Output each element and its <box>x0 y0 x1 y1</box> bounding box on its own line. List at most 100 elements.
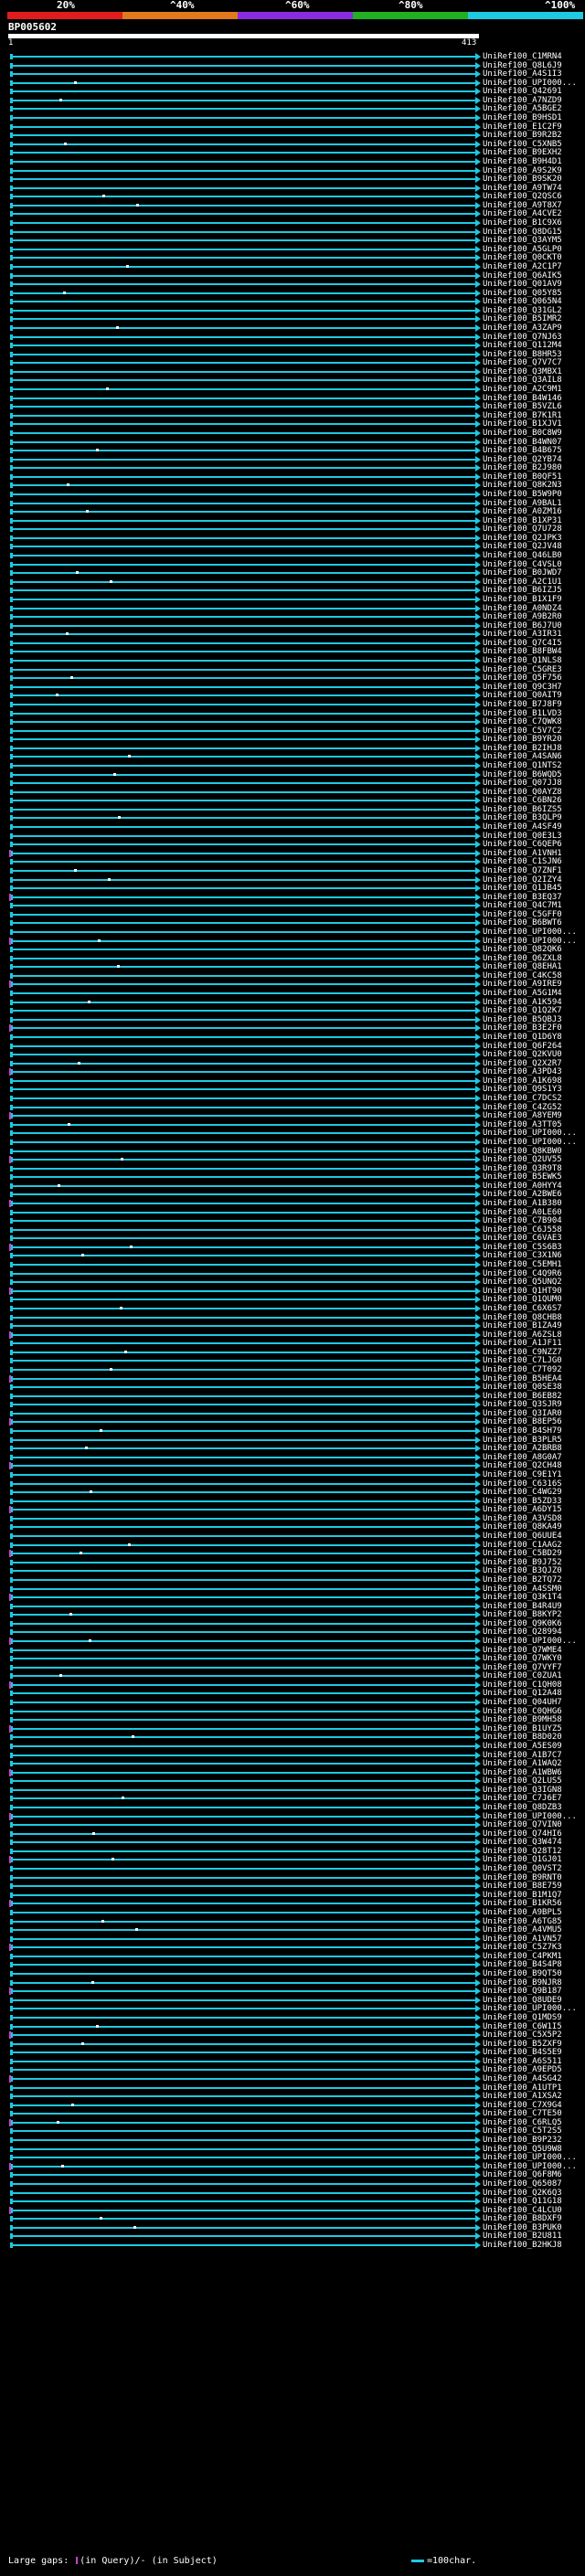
hit-alignment-bar <box>13 913 477 916</box>
hit-alignment-bar <box>13 2113 477 2115</box>
hit-alignment-bar <box>13 677 477 680</box>
hit-alignment-bar <box>13 196 477 198</box>
gap-marker-icon <box>76 2557 79 2564</box>
query-end-position: 413 <box>462 38 477 48</box>
hit-alignment-bar <box>13 1132 477 1135</box>
hit-alignment-bar <box>13 2226 477 2229</box>
hit-alignment-bar <box>13 292 477 294</box>
hit-alignment-bar <box>13 992 477 995</box>
hit-alignment-bar <box>13 353 477 355</box>
hit-alignment-bar <box>13 283 477 286</box>
gap-dot <box>67 483 69 487</box>
gap-dot <box>112 1858 114 1861</box>
hit-alignment-bar <box>13 143 477 145</box>
hit-alignment-bar <box>13 1929 477 1932</box>
gap-dot <box>110 1368 112 1371</box>
hit-alignment-bar <box>13 1509 477 1511</box>
hit-alignment-bar <box>13 852 477 854</box>
hit-alignment-bar <box>13 1868 477 1871</box>
hit-alignment-bar <box>13 616 477 619</box>
hit-alignment-bar <box>13 1648 477 1651</box>
scale-label-100: ^100% <box>545 0 576 11</box>
hit-alignment-bar <box>13 2086 477 2089</box>
gap-dot <box>85 1447 88 1450</box>
gap-dot <box>124 1350 127 1353</box>
gap-dot <box>57 2120 59 2124</box>
gap-dot <box>69 1613 72 1617</box>
hit-alignment-bar <box>13 1596 477 1599</box>
hit-alignment-bar <box>13 1342 477 1345</box>
hit-alignment-bar <box>13 546 477 548</box>
hit-alignment-bar <box>13 1044 477 1047</box>
hit-alignment-bar <box>13 450 477 452</box>
hit-alignment-bar <box>13 362 477 365</box>
hit-alignment-bar <box>13 186 477 189</box>
hit-arrow-icon <box>475 2242 481 2249</box>
hit-alignment-bar <box>13 817 477 820</box>
hit-alignment-bar <box>13 773 477 776</box>
hit-alignment-bar <box>13 1859 477 1861</box>
hit-alignment-bar <box>13 2104 477 2106</box>
hit-row[interactable]: UniRef100_B2HKJ8 <box>0 2240 585 2251</box>
gap-dot <box>74 80 77 84</box>
hit-alignment-bar <box>13 1351 477 1353</box>
hit-alignment-bar <box>13 1526 477 1529</box>
hit-alignment-bar <box>13 1264 477 1267</box>
hit-alignment-bar <box>13 949 477 951</box>
hit-alignment-bar <box>13 1535 477 1538</box>
bar-swatch-icon <box>411 2559 424 2562</box>
hit-alignment-bar <box>13 423 477 426</box>
legend-sep: /- <box>134 2556 146 2566</box>
hit-label-link[interactable]: UniRef100_B2HKJ8 <box>483 2240 562 2251</box>
hit-alignment-bar <box>13 152 477 154</box>
hit-alignment-bar <box>13 1473 477 1476</box>
legend-query: (in Query) <box>80 2556 135 2566</box>
hit-alignment-bar <box>13 1228 477 1231</box>
hit-alignment-bar <box>13 712 477 715</box>
hit-alignment-bar <box>13 1079 477 1082</box>
scale-color-segment <box>122 12 238 19</box>
hit-alignment-bar <box>13 1876 477 1879</box>
hit-alignment-bar <box>13 2209 477 2211</box>
hit-alignment-bar <box>13 204 477 207</box>
hit-alignment-bar <box>13 1903 477 1905</box>
hit-alignment-bar <box>13 1937 477 1940</box>
gap-dot <box>132 1735 134 1739</box>
hit-alignment-bar <box>13 1543 477 1546</box>
hit-alignment-bar <box>13 431 477 434</box>
hit-alignment-bar <box>13 834 477 837</box>
hit-alignment-bar <box>13 467 477 470</box>
hit-alignment-bar <box>13 213 477 216</box>
hit-alignment-bar <box>13 2008 477 2010</box>
hit-alignment-bar <box>13 1683 477 1686</box>
hit-alignment-bar <box>13 738 477 741</box>
gap-legend: Large gaps: (in Query)/- (in Subject) <box>8 2556 218 2566</box>
hit-alignment-bar <box>13 1719 477 1722</box>
hit-alignment-bar <box>13 370 477 373</box>
hit-alignment-bar <box>13 747 477 749</box>
hit-alignment-bar <box>13 388 477 391</box>
hit-alignment-bar <box>13 406 477 408</box>
hit-alignment-bar <box>13 1622 477 1625</box>
gap-dot <box>118 816 121 820</box>
hit-alignment-bar <box>13 528 477 531</box>
hit-alignment-bar <box>13 1211 477 1214</box>
hit-alignment-bar <box>13 160 477 163</box>
hit-alignment-bar <box>13 2130 477 2133</box>
hit-alignment-bar <box>13 475 477 478</box>
hit-alignment-bar <box>13 1360 477 1362</box>
gap-dot <box>66 632 69 636</box>
hit-alignment-bar <box>13 2157 477 2159</box>
scale-color-segment <box>238 12 353 19</box>
hit-alignment-bar <box>13 1421 477 1424</box>
hit-alignment-bar <box>13 826 477 829</box>
gap-dot <box>59 98 62 101</box>
hit-alignment-bar <box>13 1369 477 1371</box>
hit-alignment-bar <box>13 1763 477 1765</box>
hit-alignment-bar <box>13 2139 477 2142</box>
hit-alignment-bar <box>13 1316 477 1319</box>
hit-alignment-bar <box>13 633 477 636</box>
hit-alignment-bar <box>13 502 477 504</box>
hit-alignment-bar <box>13 808 477 811</box>
gap-dot <box>121 1158 123 1161</box>
